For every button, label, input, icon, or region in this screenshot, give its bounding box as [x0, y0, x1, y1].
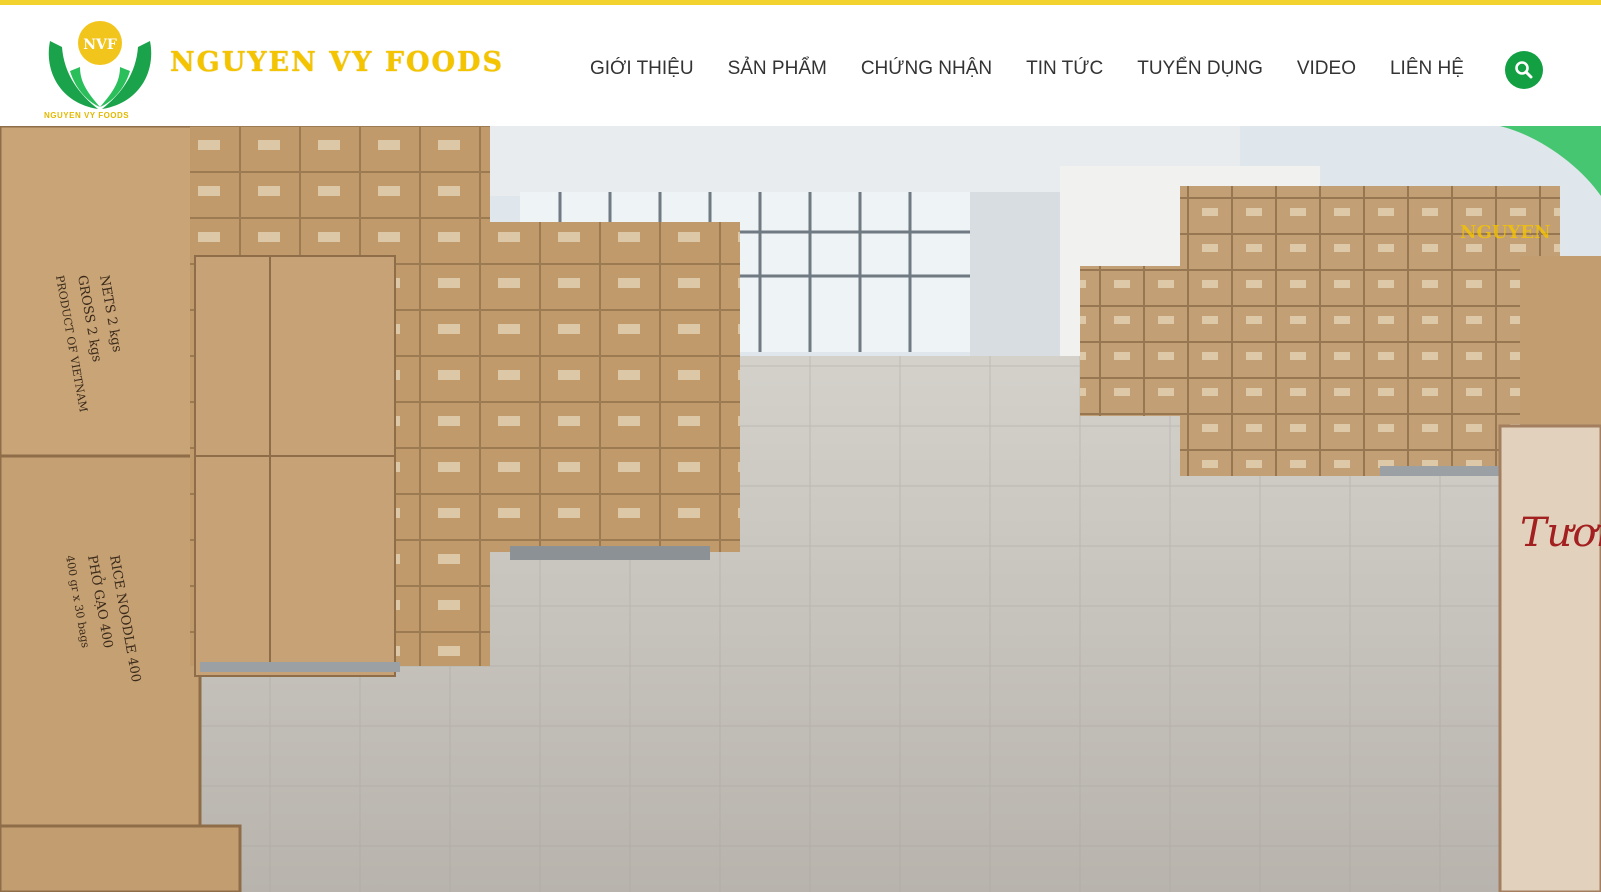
- nav-item-tin-tuc[interactable]: TIN TỨC: [1026, 58, 1103, 80]
- logo-icon: NVF: [48, 21, 152, 109]
- search-icon: [1515, 61, 1533, 79]
- logo-caption: NGUYEN VY FOODS: [44, 111, 130, 120]
- box-label-tuoi: Tươi: [1520, 510, 1601, 556]
- nav-item-chung-nhan[interactable]: CHỨNG NHẬN: [861, 58, 992, 80]
- main-nav: GIỚI THIỆU SẢN PHẨM CHỨNG NHẬN TIN TỨC T…: [590, 54, 1464, 84]
- nav-item-san-pham[interactable]: SẢN PHẨM: [728, 58, 827, 80]
- watermark-text: NGUYEN: [1460, 222, 1551, 243]
- brand-name[interactable]: NGUYEN VY FOODS: [170, 47, 504, 78]
- nav-item-lien-he[interactable]: LIÊN HỆ: [1390, 58, 1464, 80]
- search-button[interactable]: [1505, 51, 1543, 89]
- warehouse-photo: NETS 2 kgs GROSS 2 kgs PRODUCT OF VIETNA…: [0, 126, 1601, 892]
- nav-item-video[interactable]: VIDEO: [1297, 58, 1356, 80]
- brand-logo[interactable]: NVF NGUYEN VY FOODS: [40, 11, 160, 129]
- hero-banner: NETS 2 kgs GROSS 2 kgs PRODUCT OF VIETNA…: [0, 126, 1601, 892]
- nav-item-gioi-thieu[interactable]: GIỚI THIỆU: [590, 58, 694, 80]
- logo-initials: NVF: [83, 37, 117, 53]
- site-header: NVF NGUYEN VY FOODS NGUYEN VY FOODS GIỚI…: [0, 5, 1601, 126]
- nav-item-tuyen-dung[interactable]: TUYỂN DỤNG: [1137, 58, 1263, 80]
